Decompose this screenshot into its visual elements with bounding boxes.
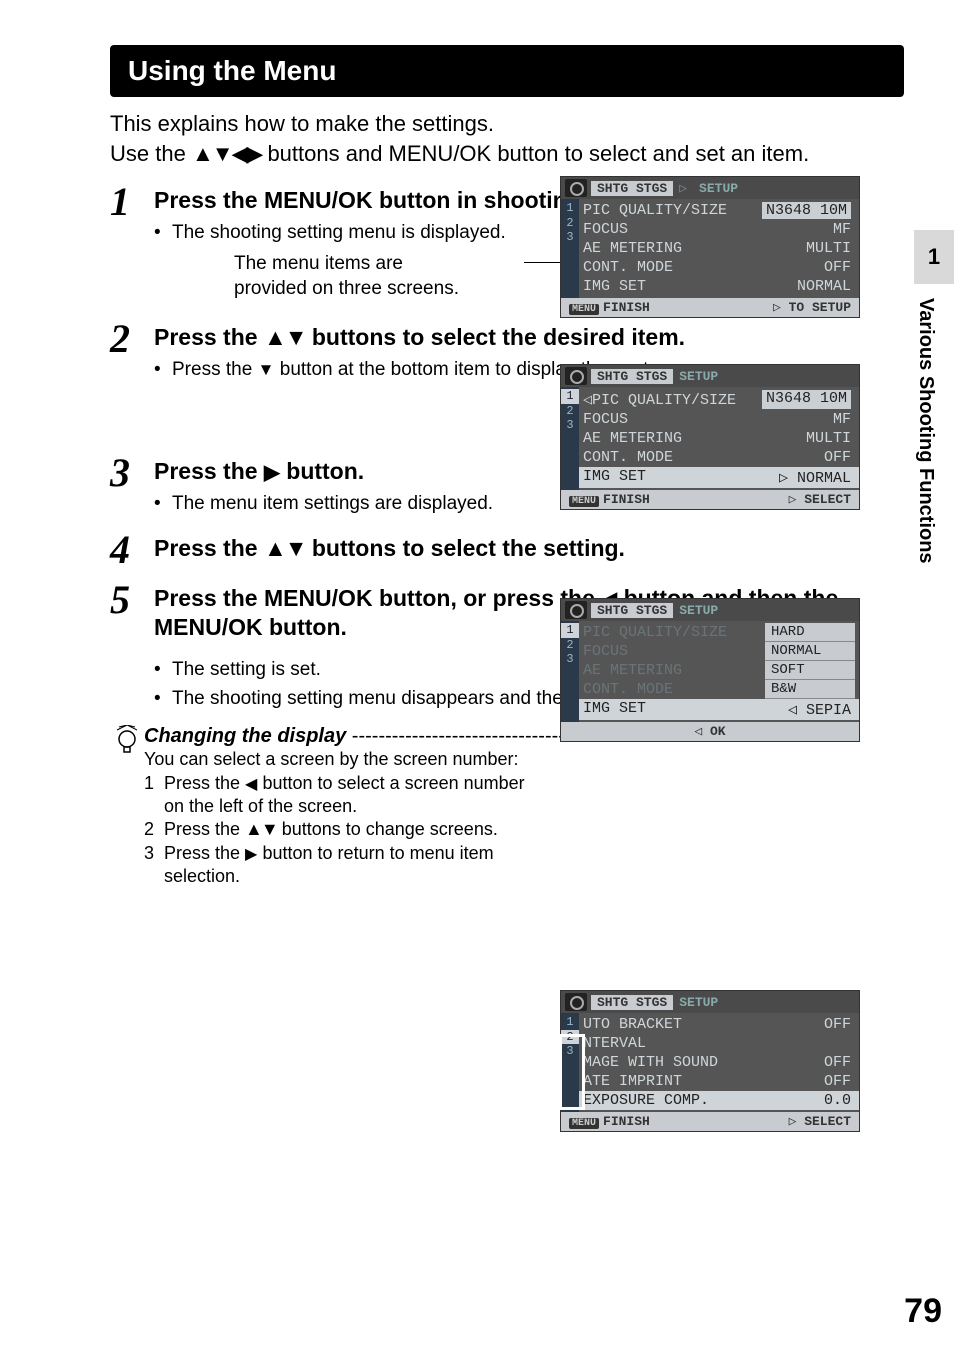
t: Changing the display xyxy=(144,725,346,747)
t: Press the xyxy=(154,535,264,561)
up-down-arrows-icon: ▲▼ xyxy=(264,535,306,561)
step-number: 4 xyxy=(110,530,154,570)
lcd-pager: 123 xyxy=(561,387,579,490)
tab-shtg: SHTG STGS xyxy=(591,181,673,196)
tab-setup: SETUP xyxy=(673,995,724,1010)
lcd-options: HARD NORMAL SOFT B&W xyxy=(765,623,855,699)
t: Press the xyxy=(172,359,258,380)
lcd-pager: 123 xyxy=(561,621,579,722)
intro-line1: This explains how to make the settings. xyxy=(110,111,494,136)
lightbulb-icon xyxy=(110,725,144,759)
right-arrow-icon: ▶ xyxy=(245,844,257,865)
camera-icon xyxy=(565,993,587,1011)
t: Press the xyxy=(154,324,264,350)
camera-icon xyxy=(565,367,587,385)
tab-shtg: SHTG STGS xyxy=(591,603,673,618)
step-number: 1 xyxy=(110,182,154,222)
lcd-screenshot-2: SHTG STGS SETUP 123 ◁PIC QUALITY/SIZEN36… xyxy=(560,364,860,510)
page-number: 79 xyxy=(904,1292,942,1331)
t: Press the xyxy=(164,843,245,863)
t: Press the xyxy=(164,773,245,793)
intro-line2b: buttons and MENU/OK button to select and… xyxy=(261,141,809,166)
lcd-pager: 123 xyxy=(561,199,579,298)
step-title: Press the ▲▼ buttons to select the desir… xyxy=(154,323,904,352)
tab-setup: SETUP xyxy=(673,369,724,384)
t: buttons to change screens. xyxy=(277,819,498,839)
up-down-arrows-icon: ▲▼ xyxy=(245,819,277,839)
up-down-arrows-icon: ▲▼ xyxy=(264,324,306,350)
t: Press the xyxy=(154,458,264,484)
t: button. xyxy=(280,458,364,484)
step-4: 4 Press the ▲▼ buttons to select the set… xyxy=(110,530,904,570)
tip-section: Changing the display -------------------… xyxy=(110,725,904,888)
lcd-screenshot-3: SHTG STGS SETUP 123 PIC QUALITY/SIZE FOC… xyxy=(560,598,860,742)
intro-line2a: Use the xyxy=(110,141,192,166)
camera-icon xyxy=(565,601,587,619)
t: buttons to select the desired item. xyxy=(305,324,685,350)
t: Press the xyxy=(164,819,245,839)
tab-setup: SETUP xyxy=(693,181,744,196)
down-arrow-icon: ▼ xyxy=(258,359,275,381)
tab-shtg: SHTG STGS xyxy=(591,369,673,384)
left-arrow-icon: ◀ xyxy=(245,774,257,795)
tab-setup: SETUP xyxy=(673,603,724,618)
lcd-screenshot-4: SHTG STGS SETUP 1 2 3 UTO BRACKETOFF NTE… xyxy=(560,990,860,1132)
section-header: Using the Menu xyxy=(110,45,904,97)
step-number: 2 xyxy=(110,319,154,359)
tip-item-3: 3 Press the ▶ button to return to menu i… xyxy=(144,842,544,889)
tab-shtg: SHTG STGS xyxy=(591,995,673,1010)
t: buttons to select the setting. xyxy=(305,535,624,561)
tip-item-1: 1 Press the ◀ button to select a screen … xyxy=(144,772,544,819)
lcd-screenshot-1: SHTG STGS ▷ SETUP 123 PIC QUALITY/SIZEN3… xyxy=(560,176,860,318)
tip-item-2: 2 Press the ▲▼ buttons to change screens… xyxy=(144,818,544,841)
step-title: Press the ▲▼ buttons to select the setti… xyxy=(154,534,904,563)
chapter-label: Various Shooting Functions xyxy=(914,284,937,664)
side-tab: 1 Various Shooting Functions xyxy=(914,230,954,670)
camera-icon xyxy=(565,179,587,197)
tip-intro: You can select a screen by the screen nu… xyxy=(144,748,904,771)
t: Press the MENU/OK button, or press the xyxy=(154,585,601,611)
right-arrow-icon: ▶ xyxy=(264,460,280,486)
step-number: 3 xyxy=(110,453,154,493)
intro-text: This explains how to make the settings. … xyxy=(110,109,904,168)
chapter-number: 1 xyxy=(914,230,954,284)
nav-arrows-icon: ▲▼◀▶ xyxy=(192,141,261,166)
step-number: 5 xyxy=(110,580,154,620)
lcd-pager: 1 2 3 xyxy=(561,1013,579,1112)
